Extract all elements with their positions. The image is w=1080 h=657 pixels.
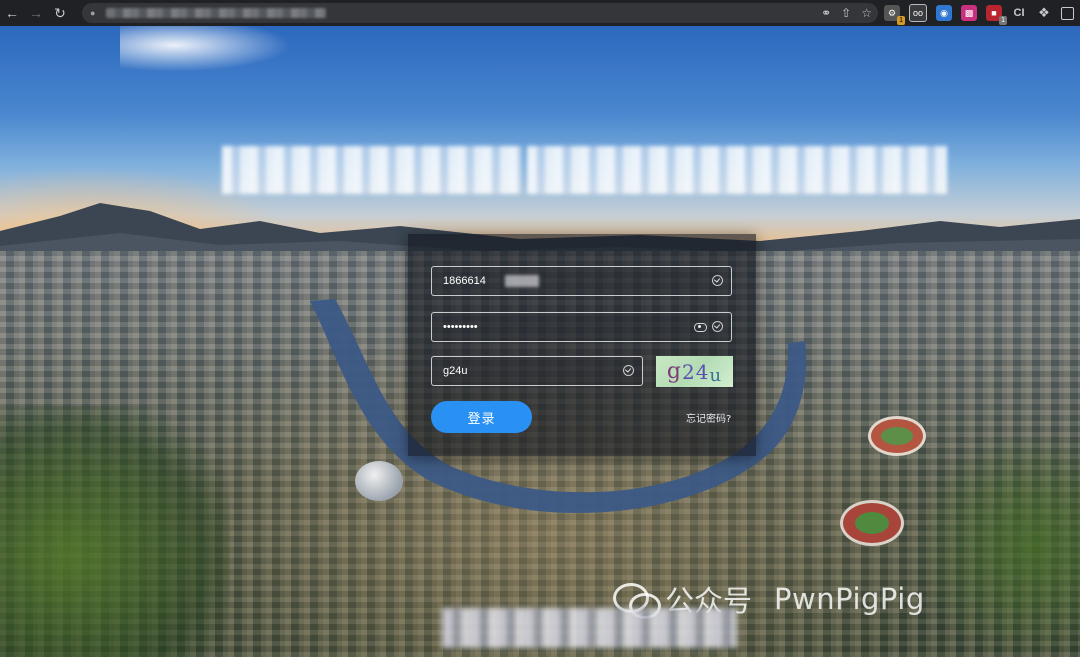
captcha-char: u	[709, 365, 723, 386]
puzzle-icon[interactable]: ❖	[1036, 5, 1052, 21]
lock-icon: ●	[90, 8, 96, 18]
check-circle-icon	[712, 321, 723, 332]
url-redacted	[106, 8, 326, 18]
key-icon[interactable]: ⚭	[821, 6, 831, 20]
username-redacted	[505, 275, 539, 287]
captcha-image[interactable]: g 24 u	[656, 356, 733, 387]
star-icon[interactable]: ☆	[861, 6, 872, 20]
green-hill-left	[0, 406, 230, 657]
check-circle-icon	[712, 275, 723, 286]
side-panel-icon[interactable]	[1061, 6, 1074, 20]
arrow-right-icon: →	[29, 5, 43, 21]
eye-icon[interactable]	[694, 323, 707, 332]
username-field[interactable]	[431, 266, 732, 296]
extension-ci-icon[interactable]: CI	[1011, 5, 1027, 21]
extension-gear-icon[interactable]: ⚙ 1	[884, 5, 905, 25]
captcha-input[interactable]	[443, 357, 613, 385]
reload-icon: ↻	[54, 4, 66, 21]
stadium	[868, 416, 926, 456]
captcha-field[interactable]	[431, 356, 643, 386]
extensions-bar: ⚙ 1 oo ◉ ▩ ■ 1 CI ❖	[884, 3, 1074, 25]
extension-blue-icon[interactable]: ◉	[936, 5, 952, 21]
captcha-char: 24	[682, 359, 710, 384]
watermark-name: PwnPigPig	[774, 582, 925, 616]
password-field[interactable]	[431, 312, 732, 342]
back-button[interactable]: ←	[0, 0, 24, 26]
dome-building	[355, 461, 403, 501]
extension-glasses-icon[interactable]: oo	[909, 4, 927, 22]
forgot-password-link[interactable]: 忘记密码?	[686, 410, 731, 425]
forward-button[interactable]: →	[24, 0, 48, 26]
extension-badge: 1	[999, 16, 1007, 25]
username-input[interactable]	[443, 267, 673, 295]
login-button[interactable]: 登录	[431, 401, 532, 433]
share-icon[interactable]: ⇧	[841, 6, 851, 20]
browser-toolbar: ← → ↻ ● ⚭ ⇧ ☆ ⚙ 1 oo ◉ ▩ ■ 1 CI ❖	[0, 0, 1080, 26]
stadium	[840, 500, 904, 546]
captcha-char: g	[666, 359, 683, 384]
extension-red-icon[interactable]: ■ 1	[986, 5, 1007, 25]
reload-button[interactable]: ↻	[48, 0, 72, 26]
extension-badge: 1	[897, 16, 905, 25]
footer-redacted	[442, 608, 737, 648]
password-input[interactable]	[443, 313, 673, 341]
login-panel: g24u 登录 忘记密码?	[408, 234, 756, 456]
page-title-redacted	[222, 146, 947, 196]
address-bar[interactable]: ● ⚭ ⇧ ☆	[82, 3, 878, 23]
green-hill-right	[920, 436, 1080, 657]
extension-pink-icon[interactable]: ▩	[961, 5, 977, 21]
cloud	[120, 26, 300, 74]
check-circle-icon	[623, 365, 634, 376]
extension-ci-label: CI	[1013, 7, 1025, 19]
arrow-left-icon: ←	[5, 5, 19, 21]
